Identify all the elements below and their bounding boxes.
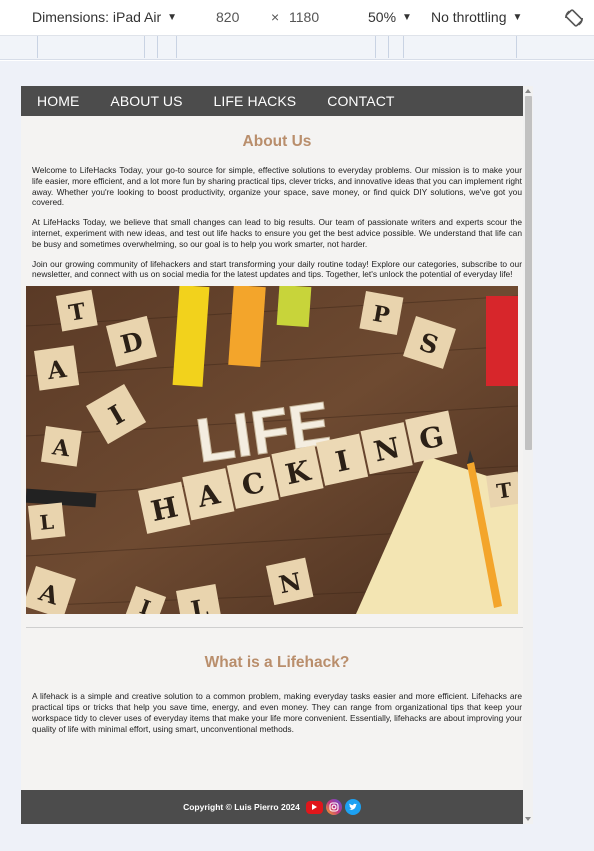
about-paragraph-3: Join our growing community of lifehacker…: [32, 258, 522, 280]
chevron-down-icon: ▼: [402, 11, 412, 23]
scroll-down-arrow-icon[interactable]: [525, 817, 531, 821]
page-footer: Copyright © Luis Pierro 2024: [21, 790, 523, 824]
about-us-heading: About Us: [242, 133, 312, 150]
device-dimensions-label: Dimensions: iPad Air: [32, 9, 162, 25]
scroll-up-arrow-icon[interactable]: [525, 89, 531, 93]
main-navigation: HOME ABOUT US LIFE HACKS CONTACT: [21, 86, 533, 116]
zoom-dropdown[interactable]: 50% ▼: [368, 9, 412, 25]
lifehack-paragraph: A lifehack is a simple and creative solu…: [32, 691, 522, 734]
chevron-down-icon: ▼: [167, 11, 178, 23]
life-hacking-hero-image: T A D A S P I L N A L I T LIFE H A C K I…: [26, 286, 528, 615]
zoom-value: 50%: [368, 9, 397, 25]
copyright-text: Copyright © Luis Pierro 2024: [183, 802, 300, 812]
times-icon: ×: [271, 9, 280, 25]
device-width-input[interactable]: 820: [216, 9, 239, 25]
section-divider: [26, 627, 528, 629]
about-paragraph-2: At LifeHacks Today, we believe that smal…: [32, 217, 522, 249]
instagram-icon[interactable]: [325, 799, 342, 815]
nav-link-contact[interactable]: CONTACT: [327, 93, 394, 109]
scrollbar-thumb[interactable]: [525, 96, 532, 450]
nav-link-life-hacks[interactable]: LIFE HACKS: [214, 93, 297, 109]
what-is-lifehack-heading: What is a Lifehack?: [204, 654, 350, 672]
twitter-icon[interactable]: [344, 799, 361, 815]
throttling-dropdown[interactable]: No throttling ▼: [431, 9, 522, 25]
nav-link-home[interactable]: HOME: [37, 93, 79, 109]
device-height-value: 1180: [289, 9, 320, 25]
devtools-device-toolbar: Dimensions: iPad Air ▼ 820 × 1180 50% ▼ …: [0, 0, 594, 36]
about-paragraph-1: Welcome to LifeHacks Today, your go-to s…: [32, 165, 522, 208]
media-query-ruler[interactable]: [0, 36, 594, 60]
nav-link-about-us[interactable]: ABOUT US: [110, 93, 182, 109]
emulated-page-viewport: HOME ABOUT US LIFE HACKS CONTACT About U…: [21, 86, 533, 824]
rotate-button[interactable]: [563, 7, 585, 29]
rotate-icon: [565, 9, 583, 27]
chevron-down-icon: ▼: [512, 11, 523, 23]
page-scrollbar[interactable]: [523, 86, 533, 824]
youtube-icon[interactable]: [305, 800, 323, 814]
device-height-input[interactable]: 1180: [289, 9, 319, 25]
svg-text:L: L: [39, 510, 55, 535]
device-dimensions-dropdown[interactable]: Dimensions: iPad Air ▼: [32, 9, 177, 25]
device-emulation-stage: HOME ABOUT US LIFE HACKS CONTACT About U…: [0, 61, 594, 851]
throttling-value: No throttling: [431, 9, 507, 25]
device-width-value: 820: [216, 9, 240, 25]
